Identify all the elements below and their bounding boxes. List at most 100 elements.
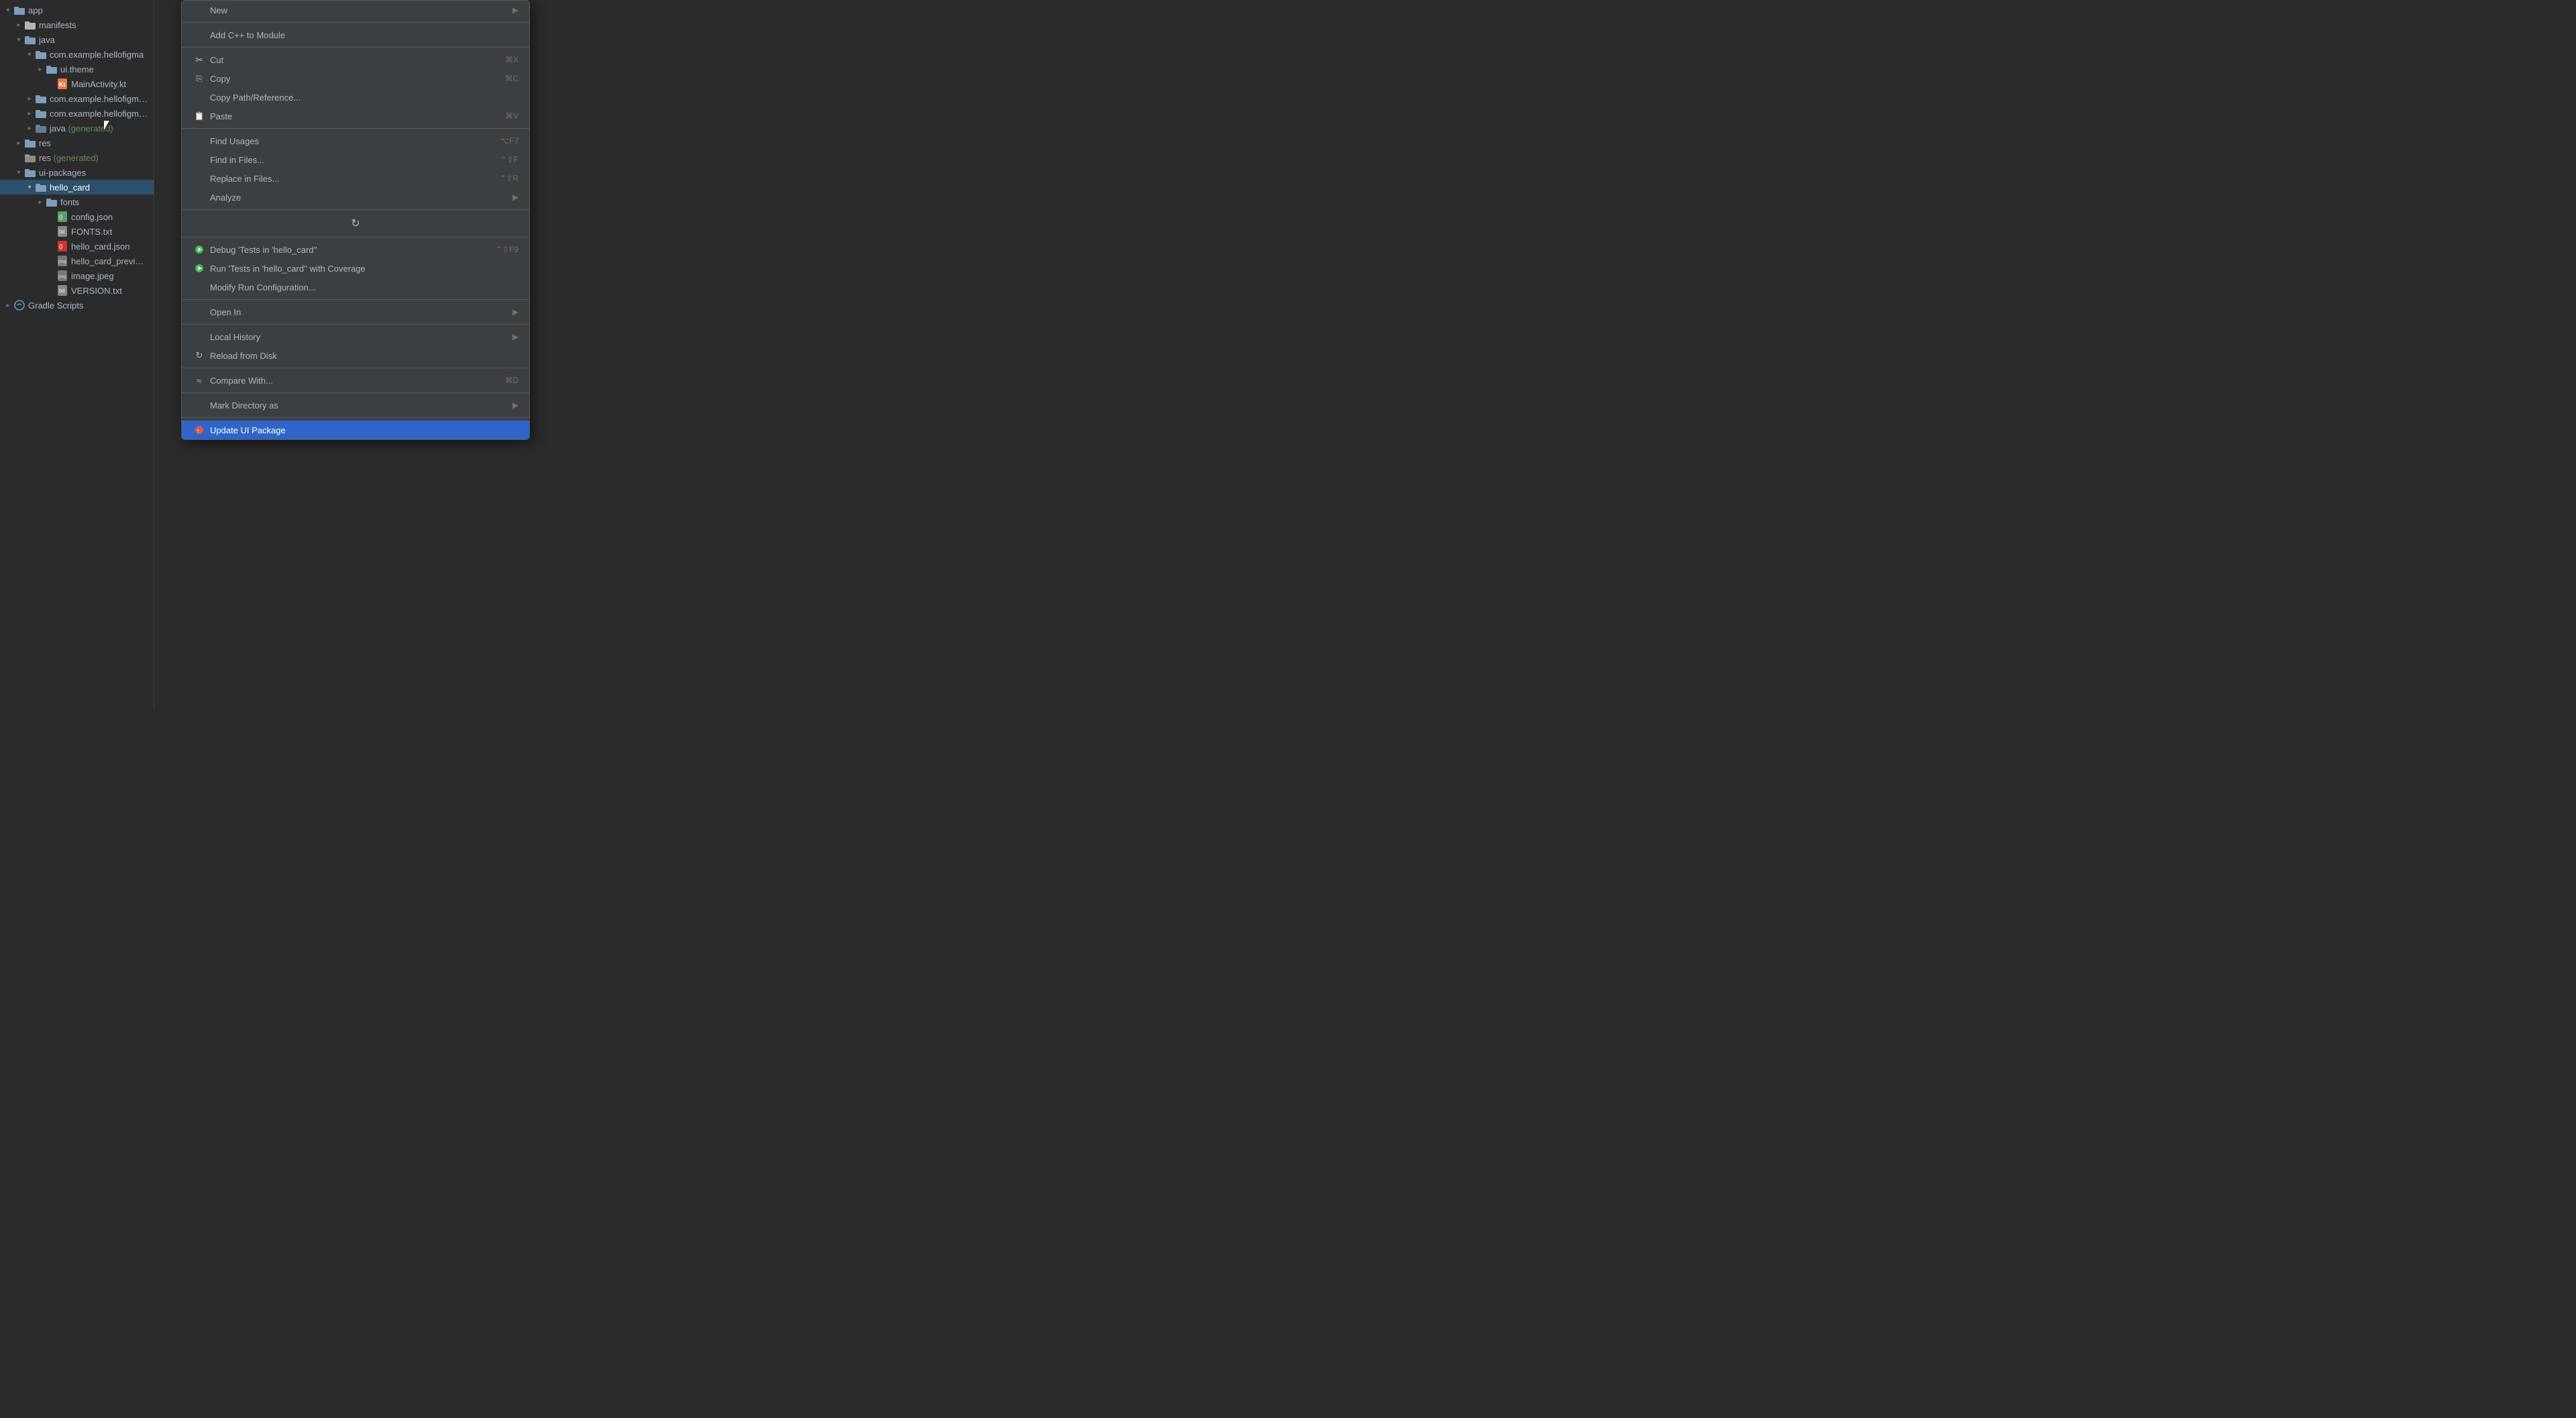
menu-item-run-coverage[interactable]: Run 'Tests in 'hello_card'' with Coverag… <box>182 259 529 278</box>
menu-item-paste[interactable]: 📋 Paste ⌘V <box>182 107 529 125</box>
menu-label-add-cpp: Add C++ to Module <box>210 30 519 40</box>
tree-item-java-generated[interactable]: java (generated) <box>0 121 154 135</box>
local-history-icon <box>193 330 206 343</box>
coverage-icon <box>193 262 206 275</box>
menu-label-cut: Cut <box>210 55 505 65</box>
menu-label-run-coverage: Run 'Tests in 'hello_card'' with Coverag… <box>210 264 519 274</box>
compare-shortcut: ⌘D <box>504 376 519 385</box>
tree-item-res-generated[interactable]: res (generated) <box>0 150 154 165</box>
separator-4 <box>182 209 529 210</box>
tree-item-res[interactable]: res <box>0 135 154 150</box>
menu-label-copy: Copy <box>210 74 504 84</box>
separator-2 <box>182 47 529 48</box>
tree-item-hello-card-preview[interactable]: png hello_card_preview.png <box>0 254 154 268</box>
menu-item-spinner <box>182 213 529 234</box>
tree-label-java: java <box>39 35 55 45</box>
tree-label-image-jpeg: image.jpeg <box>71 271 114 281</box>
tree-item-ui-packages[interactable]: ui-packages <box>0 165 154 180</box>
tree-label-res: res <box>39 138 51 148</box>
loading-spinner <box>349 217 362 230</box>
menu-item-compare-with[interactable]: ≈ Compare With... ⌘D <box>182 371 529 390</box>
menu-item-reload-from-disk[interactable]: ↻ Reload from Disk <box>182 346 529 365</box>
menu-label-debug-tests: Debug 'Tests in 'hello_card'' <box>210 245 496 255</box>
tree-arrow-res <box>13 140 24 147</box>
svg-text:txt: txt <box>59 288 65 294</box>
analyze-icon <box>193 190 206 204</box>
menu-item-new[interactable]: New ▶ <box>182 1 529 19</box>
kt-icon-mainactivity: Kt <box>56 78 68 90</box>
separator-9 <box>182 392 529 393</box>
tree-arrow-test <box>24 110 35 117</box>
tree-item-com-example[interactable]: com.example.hellofigma <box>0 47 154 62</box>
folder-icon-test <box>35 107 47 119</box>
menu-label-mark-directory: Mark Directory as <box>210 400 513 411</box>
open-in-submenu-arrow: ▶ <box>513 307 519 317</box>
tree-item-ui-theme[interactable]: ui.theme <box>0 62 154 76</box>
tree-item-mainactivity[interactable]: Kt MainActivity.kt <box>0 76 154 91</box>
replace-icon <box>193 172 206 185</box>
analyze-submenu-arrow: ▶ <box>513 193 519 202</box>
folder-icon-hello-card <box>35 181 47 193</box>
gradle-icon <box>13 299 25 311</box>
tree-arrow-ui-theme <box>35 66 46 73</box>
tree-item-app[interactable]: app <box>0 3 154 17</box>
find-usages-shortcut: ⌥F7 <box>500 136 519 146</box>
jpeg-icon-image: jpeg <box>56 270 68 282</box>
tree-label-config-json: config.json <box>71 212 113 222</box>
folder-icon-androidtest <box>35 93 47 105</box>
menu-item-open-in[interactable]: Open In ▶ <box>182 303 529 321</box>
tree-item-fonts[interactable]: fonts <box>0 195 154 209</box>
tree-item-gradle-scripts[interactable]: Gradle Scripts <box>0 298 154 313</box>
menu-item-add-cpp[interactable]: Add C++ to Module <box>182 25 529 44</box>
tree-item-hello-card-json[interactable]: {} hello_card.json <box>0 239 154 254</box>
folder-icon-app <box>13 4 25 16</box>
menu-item-modify-run[interactable]: Modify Run Configuration... <box>182 278 529 296</box>
tree-item-fonts-txt[interactable]: txt FONTS.txt <box>0 224 154 239</box>
menu-item-update-ui-package[interactable]: ↑ Update UI Package <box>182 421 529 439</box>
tree-label-hello-card-json: hello_card.json <box>71 241 129 252</box>
tree-item-hello-card[interactable]: hello_card <box>0 180 154 195</box>
menu-item-copy[interactable]: ⎘ Copy ⌘C <box>182 69 529 88</box>
folder-icon-res <box>24 137 36 149</box>
folder-icon-java-generated <box>35 122 47 134</box>
tree-label-hello-card-preview: hello_card_preview.png <box>71 256 148 266</box>
menu-label-find-usages: Find Usages <box>210 136 500 146</box>
svg-text:Kt: Kt <box>59 81 66 88</box>
mark-directory-icon <box>193 398 206 412</box>
separator-10 <box>182 417 529 418</box>
local-history-submenu-arrow: ▶ <box>513 332 519 341</box>
menu-item-mark-directory[interactable]: Mark Directory as ▶ <box>182 396 529 415</box>
menu-item-cut[interactable]: ✂ Cut ⌘X <box>182 50 529 69</box>
tree-arrow-manifests <box>13 21 24 29</box>
menu-label-find-in-files: Find in Files... <box>210 155 500 165</box>
replace-shortcut: ⌃⇧R <box>499 174 519 183</box>
tree-item-config-json[interactable]: {} config.json <box>0 209 154 224</box>
context-menu: New ▶ Add C++ to Module ✂ Cut ⌘X ⎘ Copy … <box>181 0 530 440</box>
tree-label-test: com.example.hellofigma (test) <box>50 109 148 119</box>
debug-icon <box>193 243 206 256</box>
svg-text:{}: {} <box>59 243 63 250</box>
menu-item-replace-in-files[interactable]: Replace in Files... ⌃⇧R <box>182 169 529 188</box>
context-menu-overlay: New ▶ Add C++ to Module ✂ Cut ⌘X ⎘ Copy … <box>181 0 530 709</box>
tree-item-java[interactable]: java <box>0 32 154 47</box>
txt-icon-fonts: txt <box>56 225 68 237</box>
paste-shortcut: ⌘V <box>505 111 519 121</box>
tree-item-test[interactable]: com.example.hellofigma (test) <box>0 106 154 121</box>
menu-label-reload-from-disk: Reload from Disk <box>210 351 519 361</box>
tree-item-image-jpeg[interactable]: jpeg image.jpeg <box>0 268 154 283</box>
tree-item-version-txt[interactable]: txt VERSION.txt <box>0 283 154 298</box>
menu-item-debug-tests[interactable]: Debug 'Tests in 'hello_card'' ⌃⇧F9 <box>182 240 529 259</box>
tree-item-manifests[interactable]: manifests <box>0 17 154 32</box>
menu-label-update-ui-package: Update UI Package <box>210 425 519 435</box>
menu-item-local-history[interactable]: Local History ▶ <box>182 327 529 346</box>
tree-item-androidtest[interactable]: com.example.hellofigma (androidTe <box>0 91 154 106</box>
json-icon-config: {} <box>56 211 68 223</box>
menu-item-copy-path[interactable]: Copy Path/Reference... <box>182 88 529 107</box>
menu-label-local-history: Local History <box>210 332 513 342</box>
menu-item-find-usages[interactable]: Find Usages ⌥F7 <box>182 131 529 150</box>
tree-label-java-generated: java (generated) <box>50 123 113 133</box>
menu-label-paste: Paste <box>210 111 505 121</box>
separator-6 <box>182 299 529 300</box>
menu-item-find-in-files[interactable]: Find in Files... ⌃⇧F <box>182 150 529 169</box>
menu-item-analyze[interactable]: Analyze ▶ <box>182 188 529 207</box>
